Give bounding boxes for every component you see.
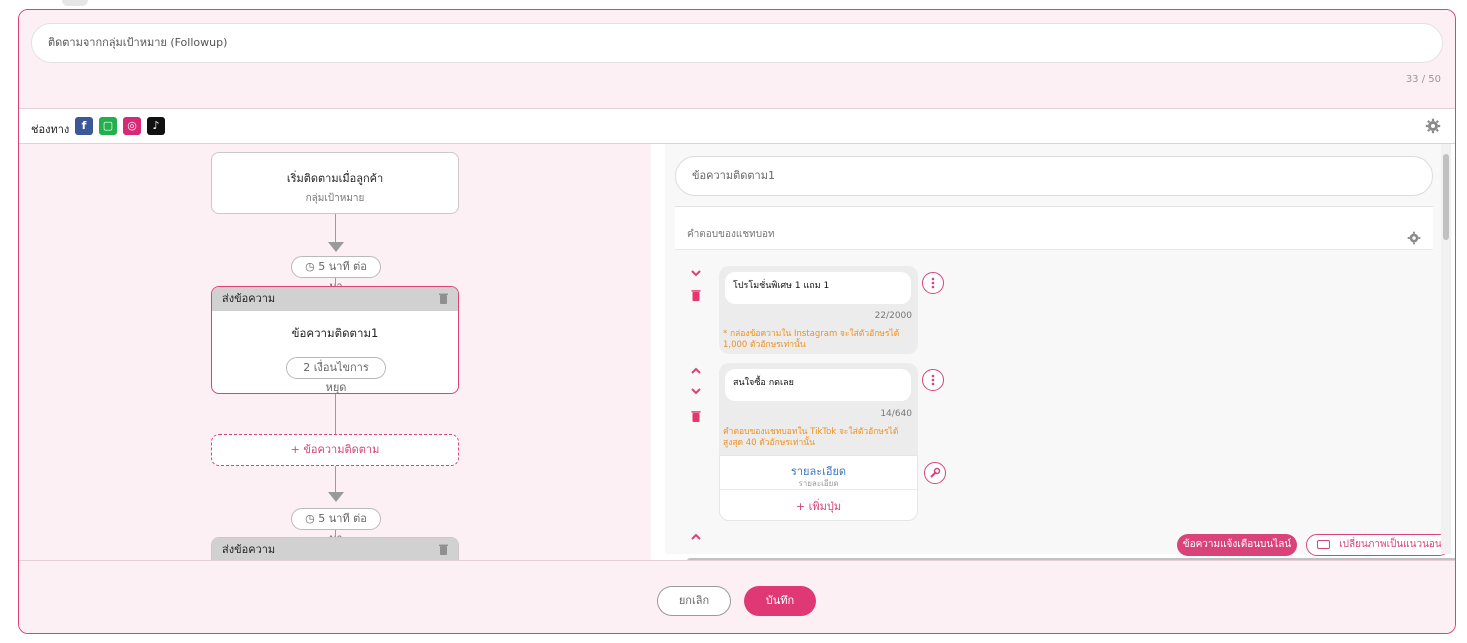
quick-reply-row: คำตอบของแชทบอท (675, 206, 1433, 250)
wait-pill[interactable]: ◷ 5 นาที ต่อมา (291, 256, 381, 293)
send-message-name: ข้อความติดตาม1 (291, 326, 379, 340)
channel-bar: ช่องทาง f ▢ ◎ ♪ (19, 108, 1455, 144)
trash-icon[interactable] (439, 544, 448, 555)
send-message-node[interactable]: ส่งข้อความ ข้อความติดตาม1 2 เงื่อนไขการห… (211, 286, 459, 394)
message-char-counter: 22/2000 (874, 311, 912, 321)
landscape-toggle-label: เปลี่ยนภาพเป็นแนวนอน (1339, 539, 1442, 550)
cancel-button[interactable]: ยกเลิก (657, 586, 731, 616)
title-area: ติดตามจากกลุ่มเป้าหมาย (Followup) 33 / 5… (19, 10, 1455, 108)
flow-connector (335, 394, 336, 434)
divider (720, 489, 917, 490)
more-vertical-icon (931, 277, 935, 289)
save-button[interactable]: บันทึก (744, 586, 816, 616)
add-followup-button[interactable]: + ข้อความติดตาม (211, 434, 459, 466)
arrow-down-icon (328, 242, 344, 252)
editor-vertical-scrollbar[interactable] (1441, 144, 1451, 554)
line-notify-button[interactable]: ข้อความแจ้งเตือนบนไลน์ (1177, 534, 1297, 556)
send-message-header-label: ส่งข้อความ (222, 292, 276, 305)
message-name-input[interactable]: ข้อความติดตาม1 (675, 156, 1433, 196)
flow-connector (335, 214, 336, 244)
clock-icon: ◷ (305, 260, 315, 273)
editor-panel: ข้อความติดตาม1 คำตอบของแชทบอท โปรโมชั่นพ… (651, 144, 1455, 560)
message-bubble-text[interactable]: สนใจซื้อ กดเลย (725, 369, 911, 401)
title-char-counter: 33 / 50 (1405, 74, 1441, 85)
channel-label: ช่องทาง (31, 123, 70, 136)
instagram-limit-warning: * กล่องข้อความใน Instagram จะใส่ตัวอักษร… (723, 329, 900, 350)
message-bubble-group: โปรโมชั่นพิเศษ 1 แถม 1 22/2000 * กล่องข้… (719, 266, 918, 354)
top-tab-stub (62, 0, 88, 6)
flow-panel: เริ่มติดตามเมื่อลูกค้า กลุ่มเป้าหมาย ◷ 5… (19, 144, 651, 560)
wait-pill[interactable]: ◷ 5 นาที ต่อมา (291, 508, 381, 545)
add-button-label: เพิ่มปุ่ม (808, 500, 842, 513)
send-message-node[interactable]: ส่งข้อความ (211, 537, 459, 560)
stop-conditions-pill[interactable]: 2 เงื่อนไขการหยุด (286, 357, 386, 393)
flow-connector (335, 278, 336, 286)
settings-gear-icon[interactable] (1425, 118, 1441, 134)
plus-icon: + (795, 500, 806, 513)
line-icon[interactable]: ▢ (99, 117, 117, 135)
arrow-down-icon (328, 492, 344, 502)
editor-vertical-scroll-thumb[interactable] (1443, 154, 1449, 240)
chevron-up-icon[interactable] (691, 366, 701, 374)
start-node-title: เริ่มติดตามเมื่อลูกค้า (286, 172, 384, 185)
editor-inner: ข้อความติดตาม1 คำตอบของแชทบอท โปรโมชั่นพ… (665, 144, 1451, 556)
delete-bubble-icon[interactable] (691, 410, 701, 422)
instagram-icon[interactable]: ◎ (123, 117, 141, 135)
bubble-buttons-area: รายละเอียด รายละเอียด + เพิ่มปุ่ม (719, 455, 918, 521)
start-node[interactable]: เริ่มติดตามเมื่อลูกค้า กลุ่มเป้าหมาย (211, 152, 459, 214)
bubble-options-button[interactable] (922, 272, 944, 294)
chevron-up-icon[interactable] (691, 532, 701, 540)
landscape-icon (1317, 540, 1330, 549)
chevron-down-icon[interactable] (691, 270, 701, 278)
quick-reply-settings-icon[interactable] (1407, 231, 1421, 245)
trash-icon[interactable] (439, 293, 448, 304)
chevron-down-icon[interactable] (691, 388, 701, 396)
add-button-link[interactable]: + เพิ่มปุ่ม (720, 497, 917, 515)
modal-footer: ยกเลิก บันทึก (19, 560, 1455, 633)
more-vertical-icon (931, 374, 935, 386)
facebook-icon[interactable]: f (75, 117, 93, 135)
start-node-subtitle: กลุ่มเป้าหมาย (305, 193, 365, 204)
landscape-toggle-button[interactable]: เปลี่ยนภาพเป็นแนวนอน (1306, 534, 1450, 556)
send-message-header: ส่งข้อความ (212, 287, 458, 311)
button-settings-button[interactable] (924, 462, 946, 484)
message-char-counter: 14/640 (880, 409, 912, 419)
flow-connector (335, 466, 336, 494)
delete-bubble-icon[interactable] (691, 289, 701, 301)
message-bubble-group: สนใจซื้อ กดเลย 14/640 คำตอบของแชทบอทใน T… (719, 363, 918, 521)
send-message-header: ส่งข้อความ (212, 538, 458, 560)
send-message-header-label: ส่งข้อความ (222, 543, 276, 556)
wrench-icon (930, 467, 941, 478)
followup-title-input[interactable]: ติดตามจากกลุ่มเป้าหมาย (Followup) (31, 23, 1443, 63)
followup-modal: ติดตามจากกลุ่มเป้าหมาย (Followup) 33 / 5… (18, 9, 1456, 634)
tiktok-limit-warning: คำตอบของแชทบอทใน TikTok จะใส่ตัวอักษรได้… (723, 427, 899, 448)
tiktok-icon[interactable]: ♪ (147, 117, 165, 135)
message-bubble-text[interactable]: โปรโมชั่นพิเศษ 1 แถม 1 (725, 272, 911, 304)
clock-icon: ◷ (305, 512, 315, 525)
bubble-options-button[interactable] (922, 369, 944, 391)
quick-reply-label: คำตอบของแชทบอท (687, 229, 775, 240)
